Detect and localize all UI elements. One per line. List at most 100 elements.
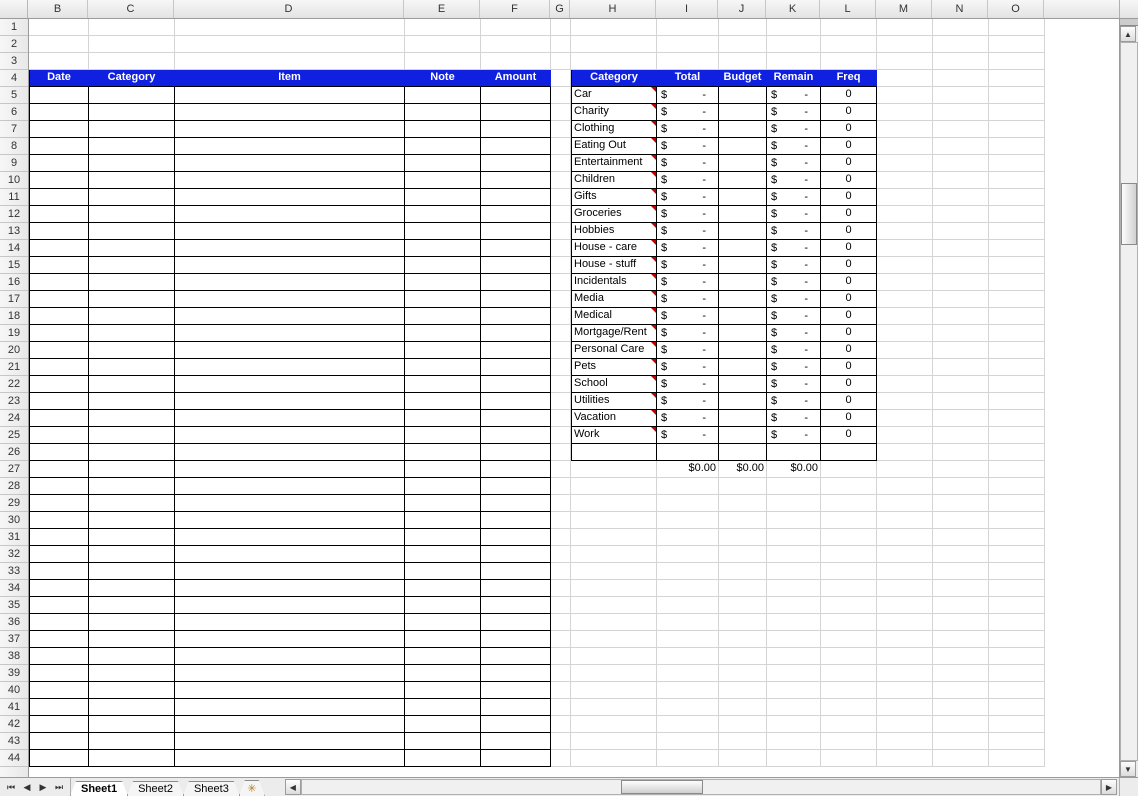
cell-F30[interactable] (481, 512, 551, 529)
cell-O23[interactable] (989, 393, 1045, 410)
cell-F44[interactable] (481, 750, 551, 767)
cell-N20[interactable] (933, 342, 989, 359)
vscroll-track[interactable] (1120, 42, 1138, 761)
cell-J1[interactable] (719, 19, 767, 36)
cell-M7[interactable] (877, 121, 933, 138)
cell-M37[interactable] (877, 631, 933, 648)
cell-H40[interactable] (571, 682, 657, 699)
cell-J5[interactable] (719, 87, 767, 104)
cell-O39[interactable] (989, 665, 1045, 682)
cell-N8[interactable] (933, 138, 989, 155)
cell-M26[interactable] (877, 444, 933, 461)
cell-C40[interactable] (89, 682, 175, 699)
cell-L18[interactable]: 0 (821, 308, 877, 325)
cell-I18[interactable]: $- (657, 308, 719, 325)
cell-N2[interactable] (933, 36, 989, 53)
cell-N26[interactable] (933, 444, 989, 461)
cell-I32[interactable] (657, 546, 719, 563)
cell-H14[interactable]: House - care (571, 240, 657, 257)
cell-N33[interactable] (933, 563, 989, 580)
cell-H36[interactable] (571, 614, 657, 631)
cell-O6[interactable] (989, 104, 1045, 121)
cell-L23[interactable]: 0 (821, 393, 877, 410)
cell-K20[interactable]: $- (767, 342, 821, 359)
cell-H15[interactable]: House - stuff (571, 257, 657, 274)
cell-F1[interactable] (481, 19, 551, 36)
new-sheet-button[interactable]: ✳ (239, 780, 265, 796)
cell-H25[interactable]: Work (571, 427, 657, 444)
cell-E16[interactable] (405, 274, 481, 291)
cell-L32[interactable] (821, 546, 877, 563)
cell-N3[interactable] (933, 53, 989, 70)
cell-F41[interactable] (481, 699, 551, 716)
cell-N22[interactable] (933, 376, 989, 393)
cell-H32[interactable] (571, 546, 657, 563)
cell-O42[interactable] (989, 716, 1045, 733)
cell-D17[interactable] (175, 291, 405, 308)
cell-J16[interactable] (719, 274, 767, 291)
cell-O44[interactable] (989, 750, 1045, 767)
cell-I8[interactable]: $- (657, 138, 719, 155)
cell-G18[interactable] (551, 308, 571, 325)
cell-D23[interactable] (175, 393, 405, 410)
cell-D1[interactable] (175, 19, 405, 36)
hscroll-thumb[interactable] (621, 780, 703, 794)
cell-L30[interactable] (821, 512, 877, 529)
cell-L14[interactable]: 0 (821, 240, 877, 257)
cell-H39[interactable] (571, 665, 657, 682)
cell-B32[interactable] (29, 546, 89, 563)
cell-G1[interactable] (551, 19, 571, 36)
cell-G14[interactable] (551, 240, 571, 257)
cell-G32[interactable] (551, 546, 571, 563)
cell-K3[interactable] (767, 53, 821, 70)
cell-J11[interactable] (719, 189, 767, 206)
cell-M31[interactable] (877, 529, 933, 546)
cell-O31[interactable] (989, 529, 1045, 546)
row-header-39[interactable]: 39 (0, 665, 28, 682)
cell-L4[interactable]: Freq (821, 70, 877, 87)
cell-N5[interactable] (933, 87, 989, 104)
cell-L35[interactable] (821, 597, 877, 614)
cell-M34[interactable] (877, 580, 933, 597)
cell-F20[interactable] (481, 342, 551, 359)
cell-O9[interactable] (989, 155, 1045, 172)
cell-D15[interactable] (175, 257, 405, 274)
cell-N42[interactable] (933, 716, 989, 733)
cell-B18[interactable] (29, 308, 89, 325)
cell-I35[interactable] (657, 597, 719, 614)
cell-D43[interactable] (175, 733, 405, 750)
cell-L31[interactable] (821, 529, 877, 546)
cell-J8[interactable] (719, 138, 767, 155)
cell-H34[interactable] (571, 580, 657, 597)
cell-F27[interactable] (481, 461, 551, 478)
cell-K8[interactable]: $- (767, 138, 821, 155)
cell-D19[interactable] (175, 325, 405, 342)
cell-N19[interactable] (933, 325, 989, 342)
cell-H17[interactable]: Media (571, 291, 657, 308)
cell-J24[interactable] (719, 410, 767, 427)
cell-C36[interactable] (89, 614, 175, 631)
cell-I38[interactable] (657, 648, 719, 665)
cell-E34[interactable] (405, 580, 481, 597)
cell-F31[interactable] (481, 529, 551, 546)
cell-D12[interactable] (175, 206, 405, 223)
cell-L39[interactable] (821, 665, 877, 682)
cell-G5[interactable] (551, 87, 571, 104)
cell-O41[interactable] (989, 699, 1045, 716)
cell-I25[interactable]: $- (657, 427, 719, 444)
cell-C34[interactable] (89, 580, 175, 597)
cell-G43[interactable] (551, 733, 571, 750)
cell-G27[interactable] (551, 461, 571, 478)
cell-K43[interactable] (767, 733, 821, 750)
cell-D9[interactable] (175, 155, 405, 172)
cell-O18[interactable] (989, 308, 1045, 325)
cell-F7[interactable] (481, 121, 551, 138)
cell-D16[interactable] (175, 274, 405, 291)
column-header-M[interactable]: M (876, 0, 932, 18)
cell-N41[interactable] (933, 699, 989, 716)
cell-M5[interactable] (877, 87, 933, 104)
column-header-K[interactable]: K (766, 0, 820, 18)
cell-I9[interactable]: $- (657, 155, 719, 172)
cell-C22[interactable] (89, 376, 175, 393)
cell-I33[interactable] (657, 563, 719, 580)
